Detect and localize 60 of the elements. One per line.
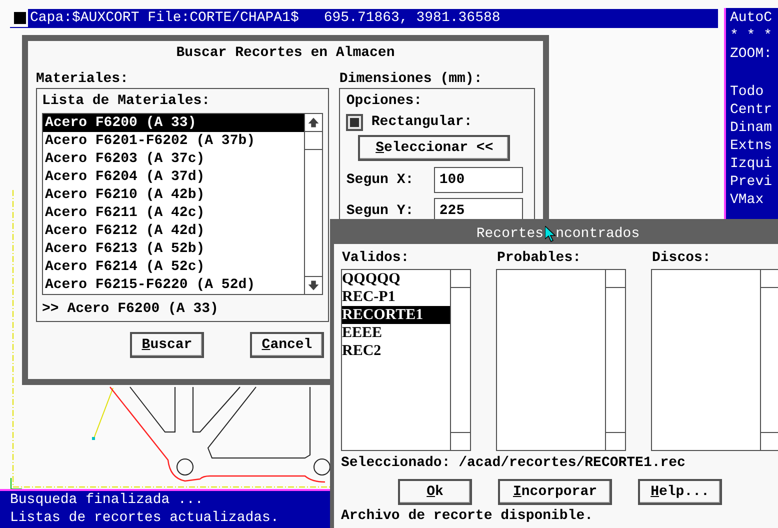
cursor-icon [544,226,556,242]
status-message: Archivo de recorte disponible. [341,507,594,525]
list-item[interactable]: Acero F6201-F6202 (A 37b) [43,132,304,150]
list-item[interactable]: QQQQQ [342,270,450,288]
list-item[interactable]: Acero F6212 (A 42d) [43,222,304,240]
menu-item[interactable]: VMax [730,191,778,209]
list-item[interactable]: Acero F6203 (A 37c) [43,150,304,168]
column-label: Probables: [496,249,582,267]
list-item[interactable]: Acero F6200 (A 33) [43,114,304,132]
list-item[interactable]: Acero F6211 (A 42c) [43,204,304,222]
list-item[interactable]: Acero F6210 (A 42b) [43,186,304,204]
dialog-button[interactable]: Help... [638,479,722,505]
selection-text: >> Acero F6200 (A 33) [42,300,220,318]
list-item[interactable]: Acero F6204 (A 37d) [43,168,304,186]
list-item[interactable]: Acero F6213 (A 52b) [43,240,304,258]
dialog-title: ncontrados [556,224,640,242]
column-label: Discos: [651,249,712,267]
section-label: Materiales: [36,70,130,88]
field-label: Segun X: [346,171,415,189]
menu-title: ZOOM: [730,45,774,63]
menu-title: * * * [730,27,774,45]
input-field[interactable]: 100 [434,167,524,193]
scrollbar[interactable] [450,270,470,450]
list-item[interactable]: REC2 [342,342,450,360]
menu-item[interactable]: Previ [730,173,778,191]
field-label: Segun Y: [346,202,415,220]
list-item[interactable]: RECORTE1 [342,306,450,324]
list-item[interactable]: EEEE [342,324,450,342]
selected-path-text: Seleccionado: /acad/recortes/RECORTE1.rec [341,454,686,472]
column-label: Validos: [341,249,410,267]
options-label: Opciones: [346,92,424,110]
ucs-icon [10,478,22,490]
scrollbar[interactable] [760,270,778,450]
list-label: Lista de Materiales: [42,92,212,110]
dialog-title: Buscar Recortes en Almacen [176,44,395,62]
list-item[interactable]: REC-P1 [342,288,450,306]
dialog-title: Recortes [476,224,544,242]
menu-item[interactable]: Dinam [730,119,778,137]
list-item[interactable]: Acero F6214 (A 52c) [43,258,304,276]
scrollbar[interactable] [605,270,625,450]
menu-item[interactable]: Extns [730,137,778,155]
dialog-button[interactable]: Incorporar [498,479,612,505]
checkbox[interactable] [346,114,364,130]
dialog-button[interactable]: Buscar [130,332,204,358]
menu-item[interactable]: Centr [730,101,778,119]
menu-title: AutoC [730,9,774,27]
checkbox-label: Rectangular: [371,113,472,131]
dialog-button[interactable]: Cancel [250,332,324,358]
dialog-button[interactable]: Seleccionar << [358,135,510,161]
command-line: Listas de recortes actualizadas. [10,509,280,527]
section-label: Dimensiones (mm): [339,70,484,88]
coordinates-text: 695.71863, 3981.36588 [324,9,500,27]
dialog-button[interactable]: Ok [398,479,472,505]
layer-color-swatch [14,12,26,24]
menu-item[interactable]: Izqui [730,155,778,173]
list-item[interactable]: Acero F6215-F6220 (A 52d) [43,276,304,294]
layer-file-text: Capa:$AUXCORT File:CORTE/CHAPA1$ [30,9,299,27]
menu-item[interactable]: Todo [730,83,778,101]
command-line: Busqueda finalizada ... [10,491,204,509]
scrollbar[interactable] [304,114,322,294]
